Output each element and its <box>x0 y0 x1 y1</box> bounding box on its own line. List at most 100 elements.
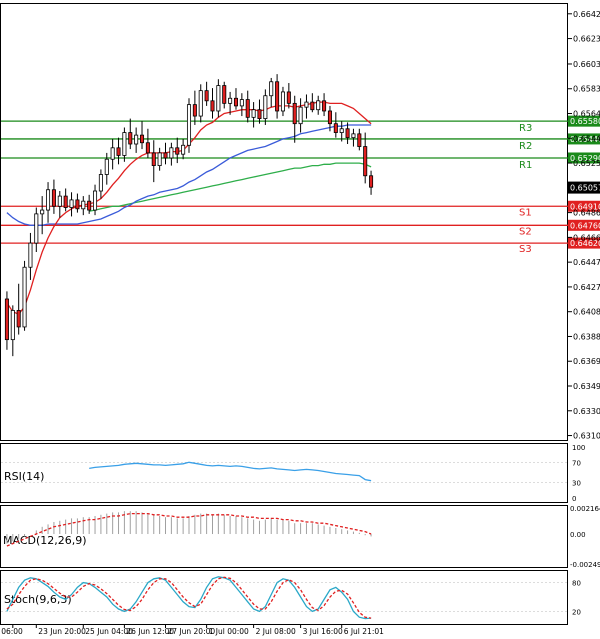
rsi-label: RSI(14) <box>4 470 44 483</box>
candle-body-up <box>269 81 274 97</box>
candle-body-down <box>4 298 9 341</box>
price-tick-label: 0.65445 <box>573 134 600 143</box>
candle-body-down <box>116 147 121 156</box>
candle-body-up <box>81 200 86 210</box>
candle-body-down <box>275 81 280 112</box>
price-tick-label: 0.64470 <box>573 258 600 267</box>
candle-body-up <box>304 101 309 108</box>
candle-body-up <box>98 174 103 192</box>
candle-body-up <box>22 266 27 328</box>
candle-body-up <box>181 144 186 155</box>
candle-body-down <box>233 97 238 107</box>
candle-body-down <box>140 134 145 144</box>
price-tick-label: 0.65640 <box>573 110 600 119</box>
price-tick-label: 0.66230 <box>573 35 600 44</box>
level-name-r3: R3 <box>519 123 532 134</box>
time-tick-label: 6 Jul 21:01 <box>344 627 384 636</box>
rsi-tick-label: 70 <box>572 459 581 467</box>
candle-body-down <box>63 195 68 208</box>
candle-body-down <box>333 123 338 133</box>
candle <box>22 260 27 331</box>
level-name-r1: R1 <box>519 160 532 171</box>
price-tick-label: 0.63690 <box>573 357 600 366</box>
price-tick-label: 0.63300 <box>573 407 600 416</box>
candle-body-up <box>110 147 115 160</box>
candle-body-up <box>169 147 174 159</box>
price-tick-label: 0.66425 <box>573 10 600 19</box>
price-tick-label: 0.64665 <box>573 233 600 242</box>
candle-body-up <box>69 199 74 208</box>
candle-body-up <box>228 97 233 104</box>
candle-body-down <box>163 152 168 159</box>
candle-body-up <box>339 128 344 133</box>
candle-body-down <box>75 199 80 210</box>
candle-body-down <box>245 99 250 118</box>
time-tick-label: 23 Jun 20:00 <box>38 627 86 636</box>
candle-body-up <box>157 152 162 167</box>
candle-body-up <box>134 134 139 145</box>
level-name-r2: R2 <box>519 141 532 152</box>
rsi-tick-label: 0 <box>572 495 576 503</box>
candle-body-down <box>310 101 315 111</box>
candle-body-up <box>298 106 303 125</box>
trading-chart: R30.65580R20.65440R10.65290S10.64910S20.… <box>0 0 600 639</box>
candle-body-down <box>145 142 150 154</box>
level-name-s3: S3 <box>519 244 532 255</box>
candle-body-up <box>57 195 62 207</box>
price-tick-label: 0.65250 <box>573 159 600 168</box>
time-tick-label: 2 Jul 08:00 <box>256 627 296 636</box>
candle-body-up <box>263 95 268 120</box>
macd-label: MACD(12,26,9) <box>3 534 87 547</box>
price-tick-label: 0.66030 <box>573 60 600 69</box>
candle-body-down <box>257 109 262 120</box>
candle-body-down <box>192 104 197 117</box>
candle-body-up <box>198 90 203 117</box>
candle-body-up <box>34 213 39 244</box>
candle-body-down <box>151 152 156 167</box>
time-tick-label: 1 Jul 00:00 <box>209 627 249 636</box>
price-tick-label: 0.64275 <box>573 283 600 292</box>
level-name-s2: S2 <box>519 226 532 237</box>
stoch-tick-label: 20 <box>572 608 581 616</box>
macd-tick-label: 0.002164 <box>570 505 600 513</box>
candle <box>186 98 192 153</box>
price-tick-label: 0.64080 <box>573 308 600 317</box>
candle-body-up <box>239 99 244 107</box>
candle-body-down <box>357 133 362 147</box>
candle-body-up <box>251 109 256 118</box>
candle-body-up <box>93 190 98 211</box>
candle-body-up <box>28 242 33 268</box>
candle-body-up <box>351 133 356 139</box>
candle-body-down <box>363 146 368 177</box>
current-price-label: 0.65057 <box>570 184 600 193</box>
candle-body-down <box>322 100 327 112</box>
candle-body-up <box>104 158 109 175</box>
candle-body-down <box>222 85 227 104</box>
candle-body-up <box>316 100 321 111</box>
candle-body-down <box>51 189 56 207</box>
candle-body-up <box>280 91 285 112</box>
candle-body-down <box>369 175 374 188</box>
candle-body-up <box>186 104 192 146</box>
candle-body-up <box>122 132 127 156</box>
rsi-tick-label: 100 <box>572 444 585 452</box>
candle-body-down <box>292 102 297 125</box>
candle-body-up <box>216 85 221 112</box>
candle-body-down <box>16 310 21 328</box>
rsi-tick-label: 30 <box>572 480 581 488</box>
candle-body-up <box>10 310 15 341</box>
candle-body-down <box>327 110 332 125</box>
level-price-label-s2: 0.64760 <box>570 221 600 230</box>
macd-tick-label: 0.00 <box>570 531 586 539</box>
candle-body-down <box>87 200 92 211</box>
price-tick-label: 0.65835 <box>573 85 600 94</box>
price-tick-label: 0.63495 <box>573 382 600 391</box>
price-tick-label: 0.63885 <box>573 332 600 341</box>
candle-body-up <box>40 209 45 215</box>
candle-body-down <box>286 91 291 104</box>
stoch-tick-label: 80 <box>572 580 581 588</box>
candle-body-down <box>204 90 209 102</box>
candle-body-down <box>128 132 133 145</box>
candle-body-down <box>175 147 180 155</box>
candle-body-down <box>345 128 350 139</box>
